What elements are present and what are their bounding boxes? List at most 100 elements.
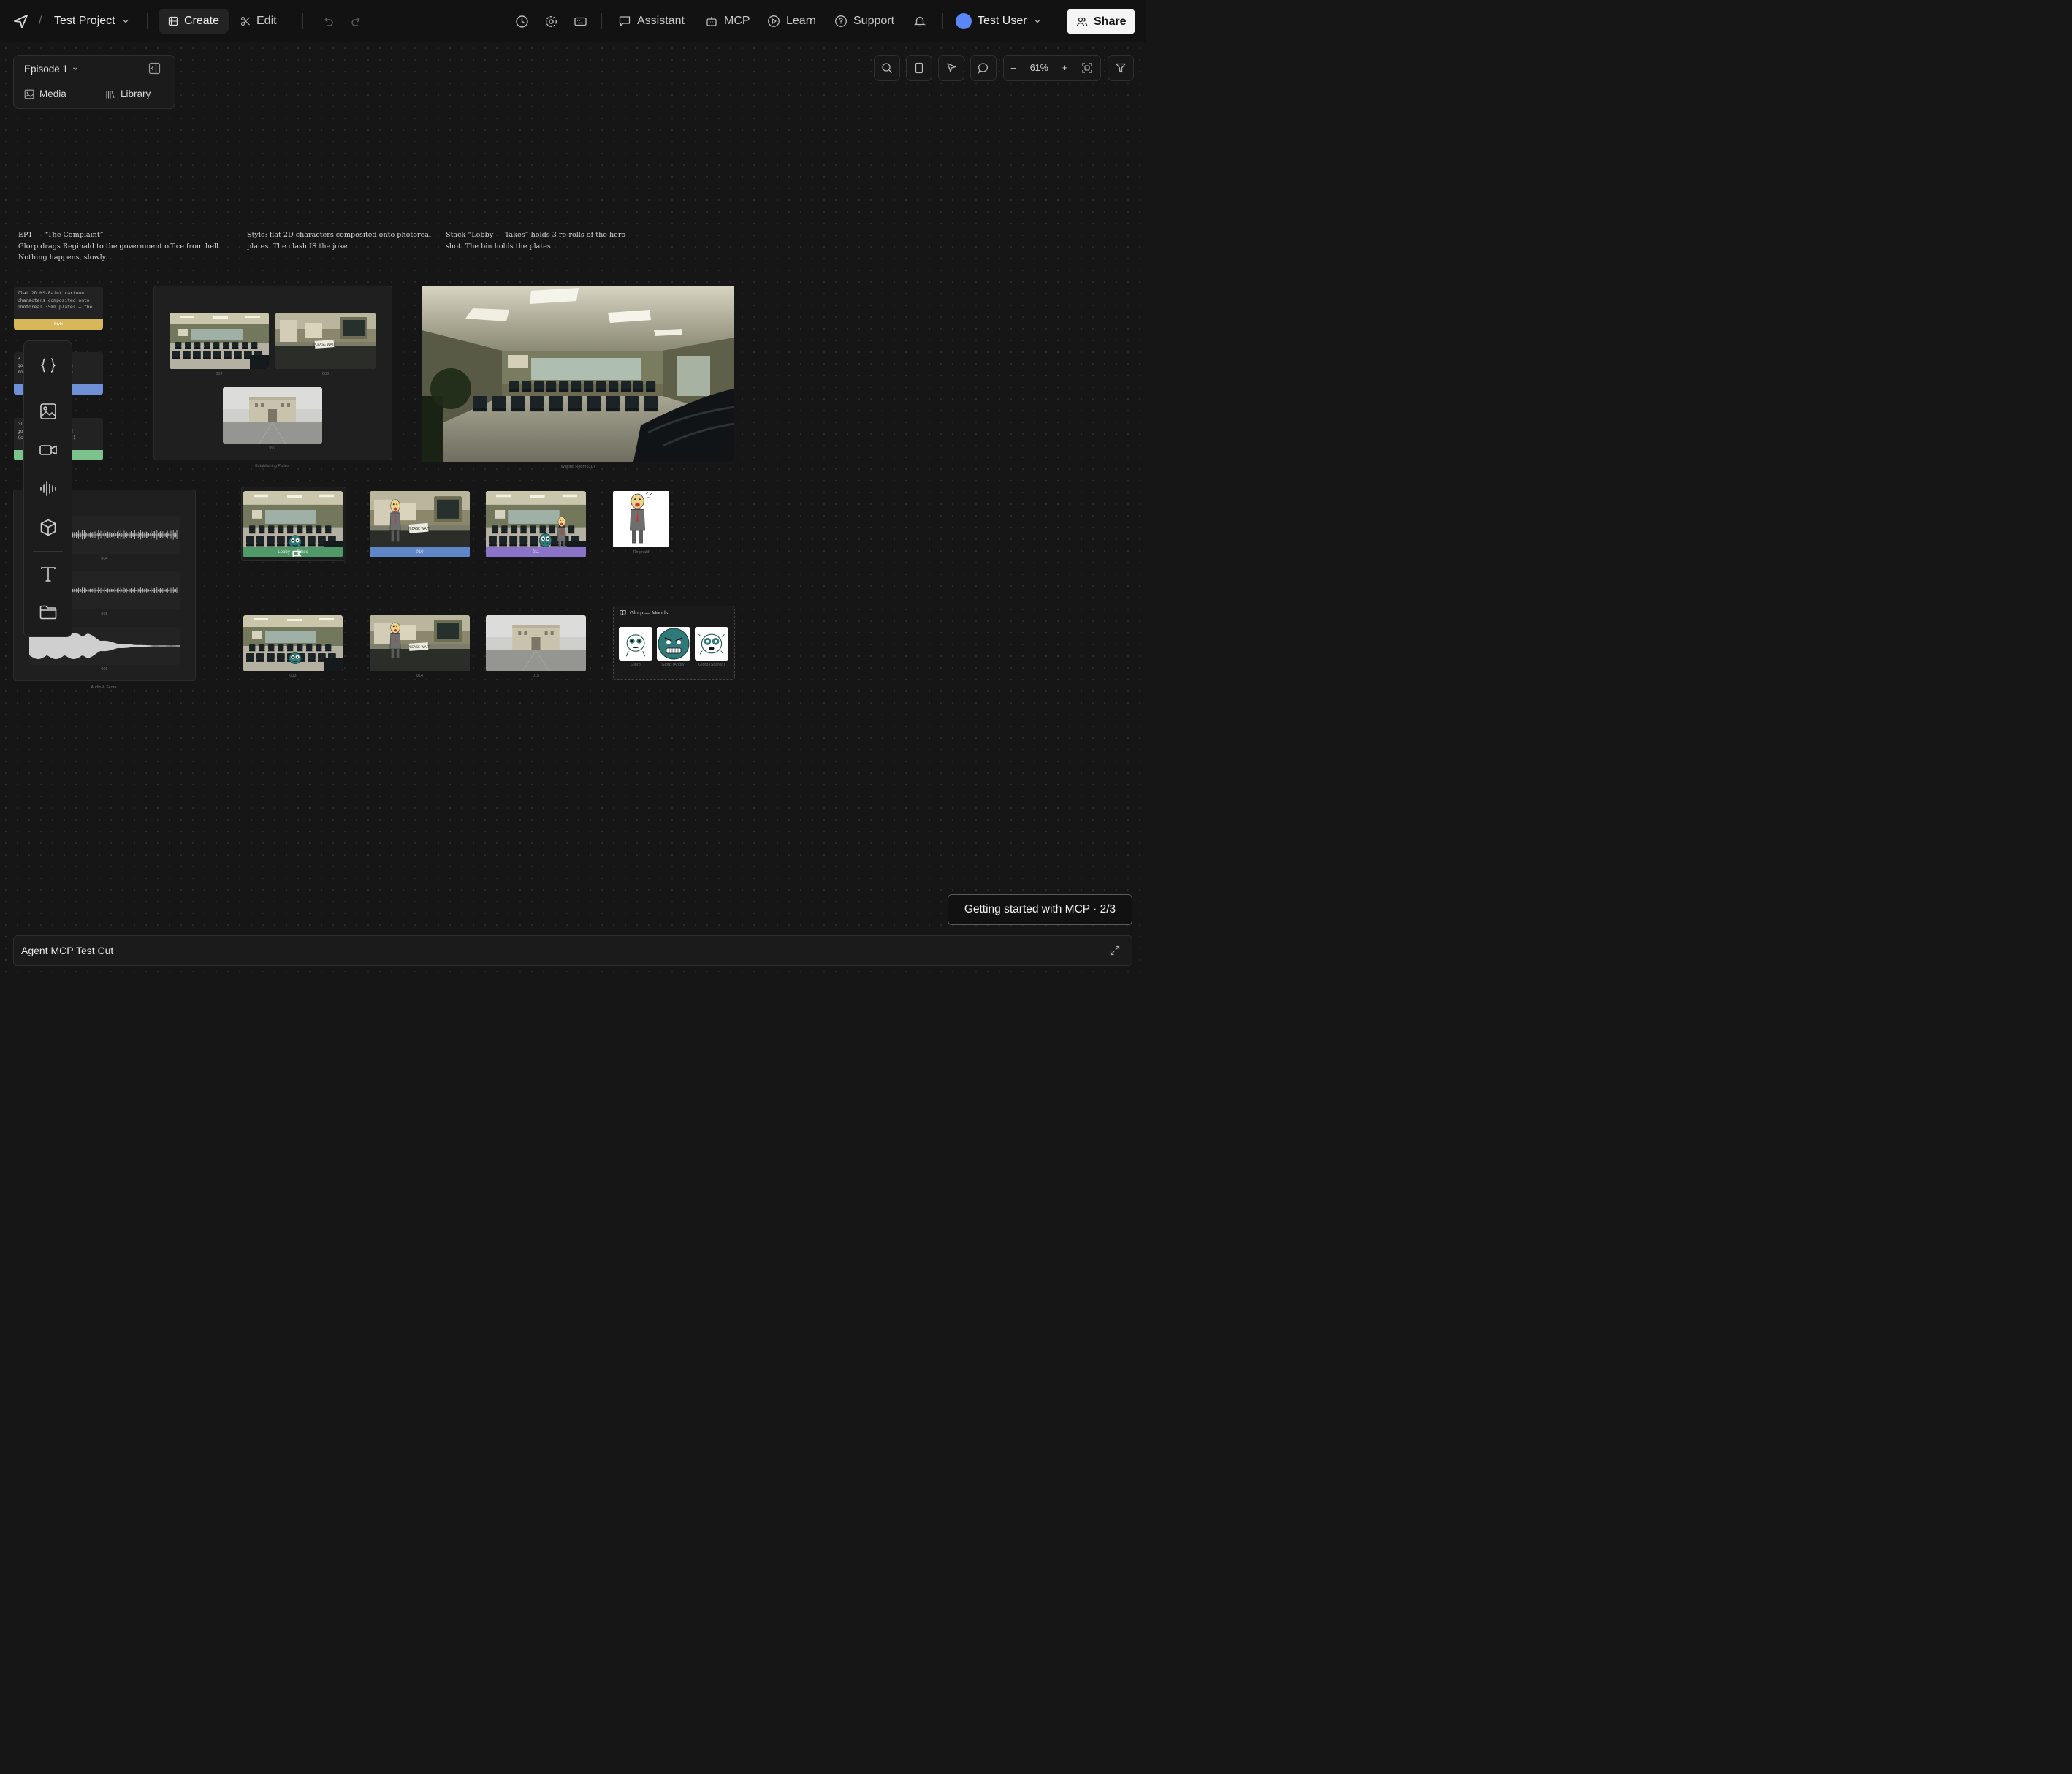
hero-waiting-room-image[interactable] bbox=[422, 286, 734, 462]
redo-button[interactable] bbox=[350, 9, 363, 34]
expand-icon bbox=[1110, 945, 1120, 956]
keyboard-icon bbox=[574, 17, 587, 26]
audio-tool-button[interactable] bbox=[24, 473, 72, 505]
fit-screen-icon[interactable] bbox=[1081, 62, 1093, 74]
history-button[interactable] bbox=[515, 9, 529, 34]
hero-caption: Waiting Room (3D) bbox=[560, 465, 595, 469]
breadcrumb-separator: / bbox=[39, 15, 42, 27]
divider bbox=[302, 13, 303, 29]
notifications-button[interactable] bbox=[913, 9, 926, 34]
divider bbox=[147, 13, 148, 29]
folder-icon bbox=[39, 605, 56, 620]
image-tool-button[interactable] bbox=[24, 395, 72, 427]
mood-caption: Glorp (Scared) bbox=[698, 663, 725, 667]
media-tab[interactable]: Media bbox=[24, 88, 66, 99]
settings-button[interactable] bbox=[544, 9, 558, 34]
users-icon bbox=[1076, 17, 1088, 26]
divider bbox=[33, 551, 63, 552]
shot-label: 013 bbox=[289, 674, 297, 678]
film-icon bbox=[168, 16, 178, 26]
learn-button[interactable]: Learn bbox=[767, 9, 816, 34]
video-tool-button[interactable] bbox=[24, 434, 72, 466]
mood-card[interactable] bbox=[619, 627, 652, 661]
episode-panel: Episode 1 Media Library bbox=[13, 55, 175, 109]
help-circle-icon bbox=[835, 15, 847, 27]
shot-card[interactable]: PLEASE WAIT 010 bbox=[370, 491, 470, 557]
shot-thumbnail[interactable] bbox=[486, 615, 586, 671]
comment-tool-button[interactable] bbox=[970, 55, 997, 81]
thumbnail-label: 002 bbox=[216, 372, 223, 376]
reginald-character-card[interactable] bbox=[613, 491, 669, 547]
zoom-control: – 61% + bbox=[1003, 55, 1101, 81]
folder-tool-button[interactable] bbox=[24, 596, 72, 628]
card-tag: Style bbox=[14, 319, 103, 330]
assistant-button[interactable]: Assistant bbox=[618, 9, 685, 34]
code-tool-button[interactable] bbox=[24, 349, 72, 381]
stack-note[interactable]: Stack “Lobby — Takes” holds 3 re-rolls o… bbox=[446, 229, 636, 252]
frame-icon bbox=[915, 62, 923, 74]
style-prompt-card[interactable]: flat 2D MS-Paint cartoon characters comp… bbox=[14, 287, 103, 330]
shot-tag: Lobby — Takes bbox=[243, 547, 343, 557]
shot-thumbnail[interactable] bbox=[243, 615, 343, 671]
share-button[interactable]: Share bbox=[1067, 9, 1136, 34]
shot-card[interactable]: Lobby — Takes bbox=[243, 491, 343, 557]
frame-caption: Audio & Score bbox=[91, 685, 117, 690]
shot-thumbnail[interactable]: PLEASE WAIT bbox=[370, 615, 470, 671]
search-button[interactable] bbox=[874, 55, 900, 81]
zoom-out-button[interactable]: – bbox=[1011, 63, 1016, 73]
shot-card[interactable]: 011 bbox=[486, 491, 586, 557]
svg-text:PLEASE WAIT: PLEASE WAIT bbox=[408, 527, 430, 531]
video-icon bbox=[39, 445, 57, 455]
plate-thumbnail[interactable]: PLEASE WAIT bbox=[275, 313, 376, 369]
chat-icon bbox=[619, 16, 631, 26]
mood-card[interactable] bbox=[695, 627, 728, 661]
redo-icon bbox=[351, 17, 360, 26]
shot-label: 015 bbox=[532, 674, 540, 678]
filter-button[interactable] bbox=[1108, 55, 1134, 81]
episode-note[interactable]: EP1 — “The Complaint” Glorp drags Regina… bbox=[18, 229, 230, 264]
mcp-button[interactable]: MCP bbox=[705, 9, 750, 34]
plate-thumbnail[interactable] bbox=[223, 387, 322, 444]
mood-card[interactable] bbox=[657, 627, 690, 661]
code-icon bbox=[40, 358, 56, 373]
mood-caption: Glorp bbox=[631, 663, 641, 667]
shot-tag: 010 bbox=[370, 547, 470, 557]
library-tab[interactable]: Library bbox=[105, 88, 151, 99]
3d-tool-button[interactable] bbox=[24, 511, 72, 544]
user-menu[interactable]: Test User bbox=[956, 9, 1042, 34]
frame-tool-button[interactable] bbox=[906, 55, 932, 81]
gear-icon bbox=[545, 15, 557, 27]
play-circle-icon bbox=[768, 15, 780, 27]
select-tool-button[interactable] bbox=[938, 55, 964, 81]
filter-icon bbox=[1116, 63, 1126, 73]
tab-create[interactable]: Create bbox=[159, 9, 229, 34]
support-button[interactable]: Support bbox=[834, 9, 894, 34]
style-note[interactable]: Style: flat 2D characters composited ont… bbox=[247, 229, 437, 252]
expand-timeline-button[interactable] bbox=[1110, 945, 1120, 956]
thumbnail-label: 003 bbox=[321, 372, 330, 376]
undo-button[interactable] bbox=[321, 9, 335, 34]
zoom-level[interactable]: 61% bbox=[1030, 63, 1048, 73]
audio-icon bbox=[39, 481, 56, 496]
keyboard-shortcuts-button[interactable] bbox=[574, 9, 587, 34]
timeline-bar[interactable]: Agent MCP Test Cut bbox=[13, 935, 1132, 966]
getting-started-mcp-button[interactable]: Getting started with MCP · 2/3 bbox=[948, 894, 1132, 925]
thumbnail-label: 001 bbox=[269, 446, 276, 450]
robot-icon bbox=[706, 17, 717, 26]
zoom-in-button[interactable]: + bbox=[1062, 63, 1067, 73]
episode-selector[interactable]: Episode 1 bbox=[24, 62, 79, 75]
svg-text:PLEASE WAIT: PLEASE WAIT bbox=[408, 645, 430, 650]
frame-caption: Establishing Plates bbox=[255, 464, 289, 468]
text-tool-button[interactable] bbox=[24, 558, 72, 590]
top-bar: / Test Project Create Edit Assistant MCP… bbox=[0, 0, 1146, 42]
collapse-panel-button[interactable] bbox=[148, 62, 161, 75]
sidebar-toggle-icon bbox=[148, 62, 161, 75]
flag-icon bbox=[292, 550, 302, 557]
shot-label: 014 bbox=[416, 674, 424, 678]
logo-icon[interactable] bbox=[12, 9, 30, 34]
plate-thumbnail[interactable] bbox=[170, 313, 269, 369]
chevron-down-icon bbox=[123, 20, 129, 23]
tab-edit[interactable]: Edit bbox=[240, 9, 277, 34]
project-selector[interactable]: Test Project bbox=[54, 9, 130, 34]
undo-icon bbox=[324, 17, 333, 26]
